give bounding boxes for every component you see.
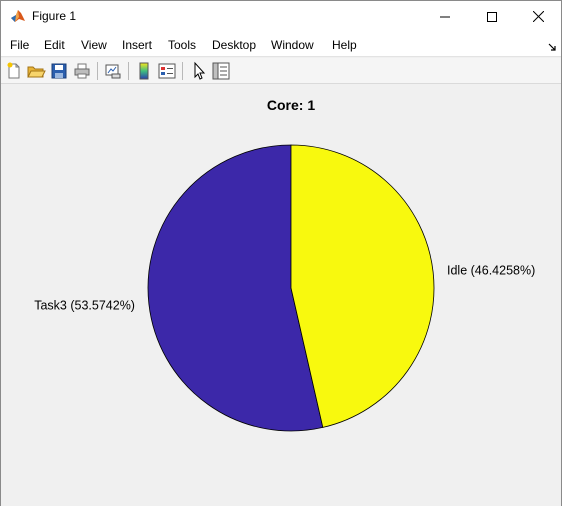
menu-desktop[interactable]: Desktop [212,38,256,52]
legend-icon[interactable] [157,61,177,81]
save-icon[interactable] [49,61,69,81]
menu-window[interactable]: Window [271,38,314,52]
colorbar-icon[interactable] [134,61,154,81]
close-icon [532,11,544,22]
maximize-icon [487,11,497,22]
close-button[interactable] [515,1,561,32]
menu-tools[interactable]: Tools [168,38,196,52]
maximize-button[interactable] [469,1,515,32]
toolbar-separator [128,62,129,80]
minimize-button[interactable] [422,1,468,32]
window-title: Figure 1 [32,9,77,23]
figure-toolbar [1,58,561,84]
menu-insert[interactable]: Insert [122,38,152,52]
pie-label-idle: Idle (46.4258%) [447,263,535,277]
pie-label-task3: Task3 (53.5742%) [34,299,135,313]
chart-title: Core: 1 [267,97,315,113]
property-editor-icon[interactable] [211,61,231,81]
menu-bar: File Edit View Insert Tools Desktop Wind… [1,32,561,57]
open-file-icon[interactable] [26,61,46,81]
minimize-icon [440,16,450,17]
toolbar-separator [182,62,183,80]
menu-edit[interactable]: Edit [44,38,65,52]
menu-view[interactable]: View [81,38,107,52]
title-bar: Figure 1 [1,1,561,32]
pie-chart: Core: 1 Task3 (53.5742%) Idle (46.4258%) [34,97,535,432]
figure-canvas[interactable]: Core: 1 Task3 (53.5742%) Idle (46.4258%) [1,85,561,506]
toolbar-separator [97,62,98,80]
dock-arrow-icon[interactable] [548,39,557,57]
new-figure-icon[interactable] [4,61,24,81]
menu-help[interactable]: Help [332,38,357,52]
pointer-icon[interactable] [189,61,209,81]
print-icon[interactable] [72,61,92,81]
menu-file[interactable]: File [10,38,29,52]
matlab-logo-icon [10,8,26,24]
link-plot-icon[interactable] [103,61,123,81]
figure-window: Figure 1 File Edit View Insert Tools Des… [0,0,562,506]
